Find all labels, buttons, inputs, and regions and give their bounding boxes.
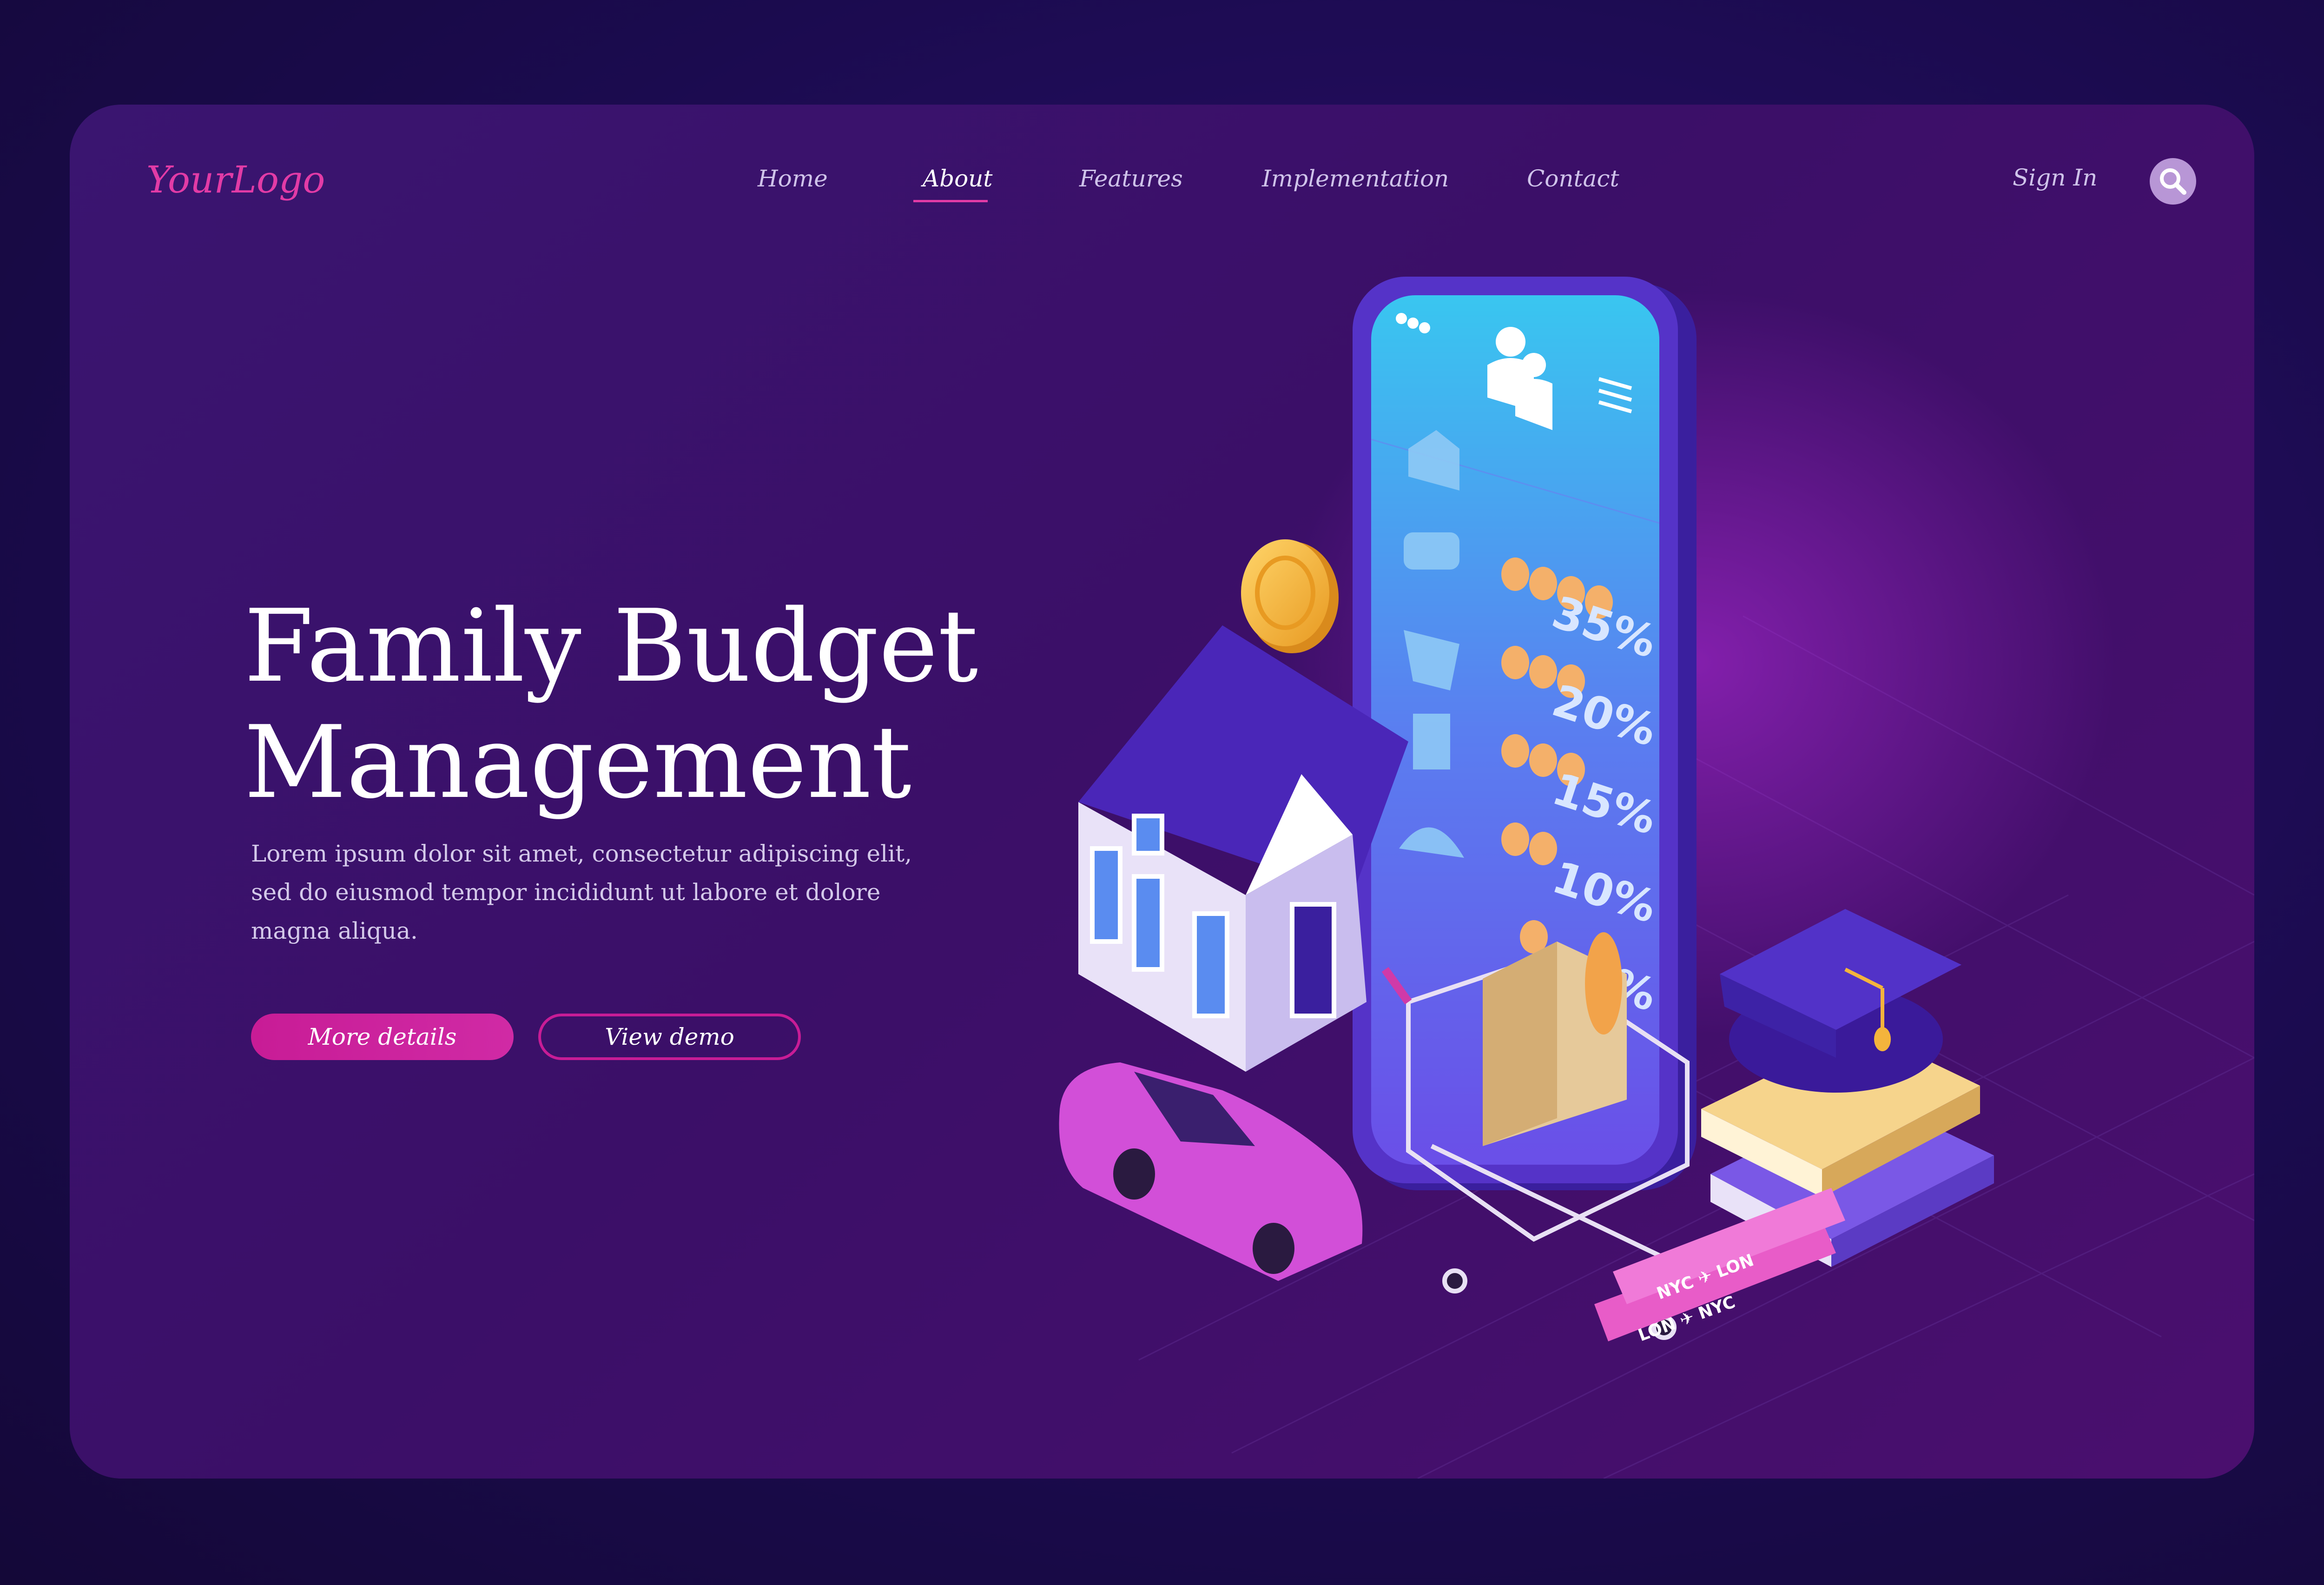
plane-tickets-icon: NYC ✈ LON LON ✈ NYC [1594,1188,1845,1345]
car-category-icon [1404,532,1459,570]
budget-illustration: 35% 20% 15% 10% 5% [1059,277,2254,1479]
car-icon [1059,1062,1363,1281]
landing-card: YourLogo Home About Features Implementat… [70,105,2254,1479]
book-category-icon [1413,714,1450,769]
